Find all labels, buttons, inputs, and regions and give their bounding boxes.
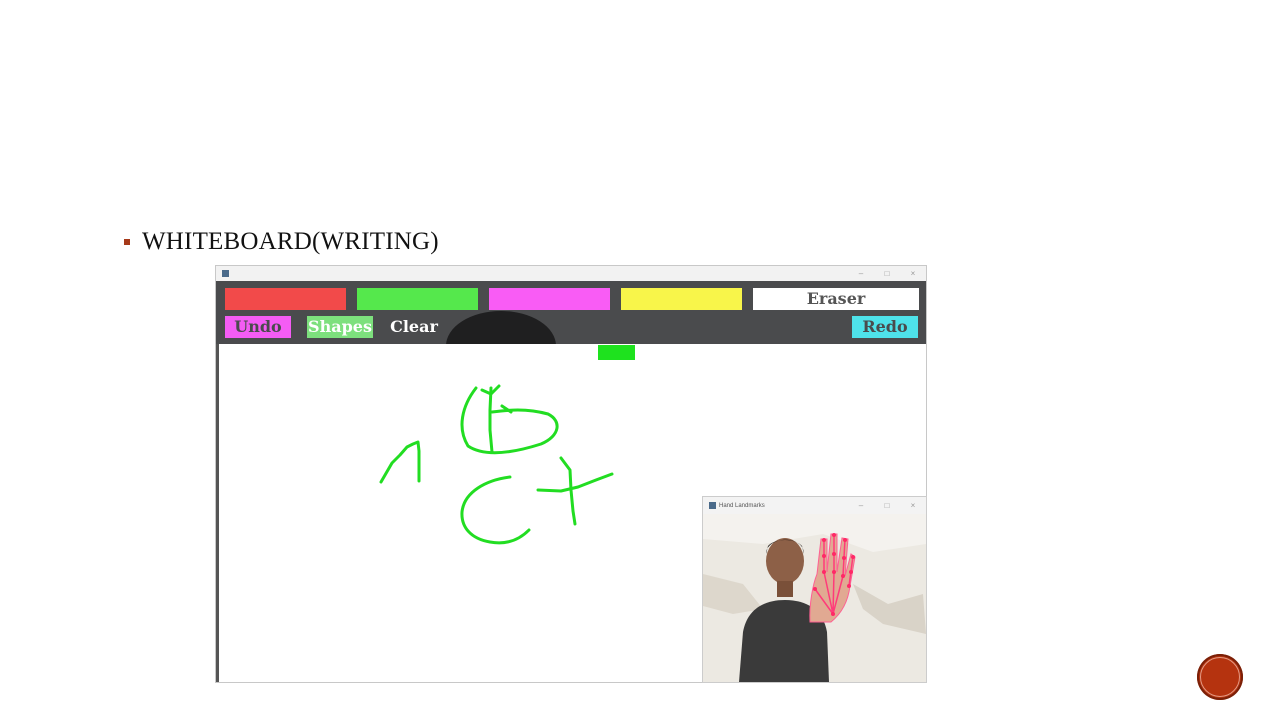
person-head <box>766 538 804 584</box>
nav-circle-ring-icon <box>1200 657 1240 697</box>
stroke-group <box>379 384 614 545</box>
slide-heading: WHITEBOARD(WRITING) <box>142 228 439 255</box>
close-icon[interactable]: × <box>900 501 926 510</box>
stroke-1 <box>379 440 421 484</box>
minimize-icon[interactable]: – <box>848 501 874 510</box>
stroke-5 <box>460 475 531 545</box>
stroke-2 <box>460 386 559 455</box>
hand-landmarks-window: Hand Landmarks – □ × <box>703 497 926 682</box>
maximize-icon[interactable]: □ <box>874 501 900 510</box>
stroke-4 <box>480 384 513 414</box>
slide-bullet-item: WHITEBOARD(WRITING) <box>124 228 439 256</box>
next-slide-button[interactable] <box>1197 654 1243 700</box>
stroke-6 <box>536 472 614 493</box>
cam-app-icon <box>709 502 716 509</box>
camera-feed <box>703 514 926 682</box>
bullet-square-icon <box>124 239 130 245</box>
stroke-3 <box>488 386 494 454</box>
cam-title: Hand Landmarks <box>719 502 765 509</box>
cam-titlebar[interactable]: Hand Landmarks – □ × <box>703 497 926 514</box>
